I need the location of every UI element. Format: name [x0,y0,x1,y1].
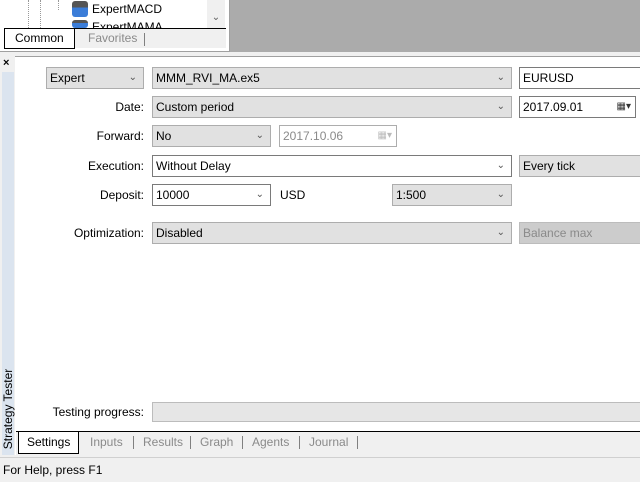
tab-journal[interactable]: Journal [301,432,356,454]
expert-file-select[interactable]: MMM_RVI_MA.ex5 ⌄ [152,67,512,89]
divider [357,436,358,449]
leverage-select[interactable]: 1:500 ⌄ [392,184,512,206]
divider [144,33,145,46]
chevron-down-icon: ⌄ [496,189,505,200]
tree-line [28,0,29,28]
divider [242,436,243,449]
execution-label: Execution: [87,159,144,173]
forward-select[interactable]: No ⌄ [152,125,271,147]
tick-mode-select[interactable]: Every tick [519,155,640,177]
forward-value: No [156,129,172,143]
tree-line [58,0,59,10]
divider [133,436,134,449]
tab-settings[interactable]: Settings [18,432,80,454]
tree-line [40,0,41,28]
expert-type-value: Expert [50,71,85,85]
deposit-value: 10000 [156,188,190,202]
chevron-down-icon: ⌄ [128,72,137,83]
calendar-icon: ▦▾ [377,130,392,141]
execution-select[interactable]: Without Delay ⌄ [152,155,512,177]
forward-label: Forward: [96,129,144,143]
tab-results[interactable]: Results [135,432,191,454]
panel-title: Strategy Tester [1,368,15,450]
date-from-value: 2017.09.01 [523,100,584,114]
deposit-label: Deposit: [99,188,144,202]
tab-favorites[interactable]: Favorites [78,29,147,49]
tab-graph[interactable]: Graph [192,432,241,454]
calendar-icon[interactable]: ▦▾ [617,97,631,117]
execution-value: Without Delay [156,159,231,173]
expert-file-value: MMM_RVI_MA.ex5 [156,71,260,85]
criterion-select[interactable]: Balance max [519,222,640,244]
optimization-select[interactable]: Disabled ⌄ [152,222,512,244]
divider [190,436,191,449]
date-label: Date: [115,100,144,114]
tab-inputs[interactable]: Inputs [82,432,131,454]
tree-item-expertmacd[interactable]: ExpertMACD [92,2,162,16]
date-mode-select[interactable]: Custom period ⌄ [152,96,512,118]
date-mode-value: Custom period [156,100,235,114]
progress-label: Testing progress: [52,405,144,419]
chevron-down-icon: ⌄ [496,101,505,112]
tab-agents[interactable]: Agents [244,432,297,454]
navigator-tabs: Common Favorites [4,28,226,49]
scroll-down-button[interactable]: ⌄ [207,0,225,28]
chevron-down-icon: ⌄ [255,130,264,141]
chevron-down-icon: ⌄ [496,72,505,83]
optimization-label: Optimization: [73,226,144,240]
deposit-select[interactable]: 10000 ⌄ [152,184,271,206]
close-icon[interactable]: × [3,57,9,69]
navigator-panel: ExpertMACD ExpertMAMA ⌄ Common Favorites [0,0,230,52]
expert-icon [72,1,88,17]
status-bar: For Help, press F1 [0,457,640,480]
chart-area [230,0,640,52]
forward-date-picker[interactable]: 2017.10.06 ▦▾ [279,125,397,147]
leverage-value: 1:500 [396,188,427,202]
symbol-input[interactable]: EURUSD [519,67,640,89]
chevron-down-icon: ⌄ [255,189,264,200]
chevron-down-icon: ⌄ [496,160,505,171]
testing-progress-bar [152,402,640,422]
currency-label: USD [280,188,306,202]
expert-type-select[interactable]: Expert ⌄ [46,67,144,89]
divider [299,436,300,449]
expert-icon [72,20,88,28]
tree-item-expertmama[interactable]: ExpertMAMA [92,20,163,28]
date-from-picker[interactable]: 2017.09.01 ▦▾ [519,96,636,118]
tab-common[interactable]: Common [4,29,75,49]
forward-date-value: 2017.10.06 [283,129,344,143]
tester-tabs: Settings Inputs Results Graph Agents Jou… [16,431,640,455]
optimization-value: Disabled [156,226,203,240]
chevron-down-icon: ⌄ [496,227,505,238]
